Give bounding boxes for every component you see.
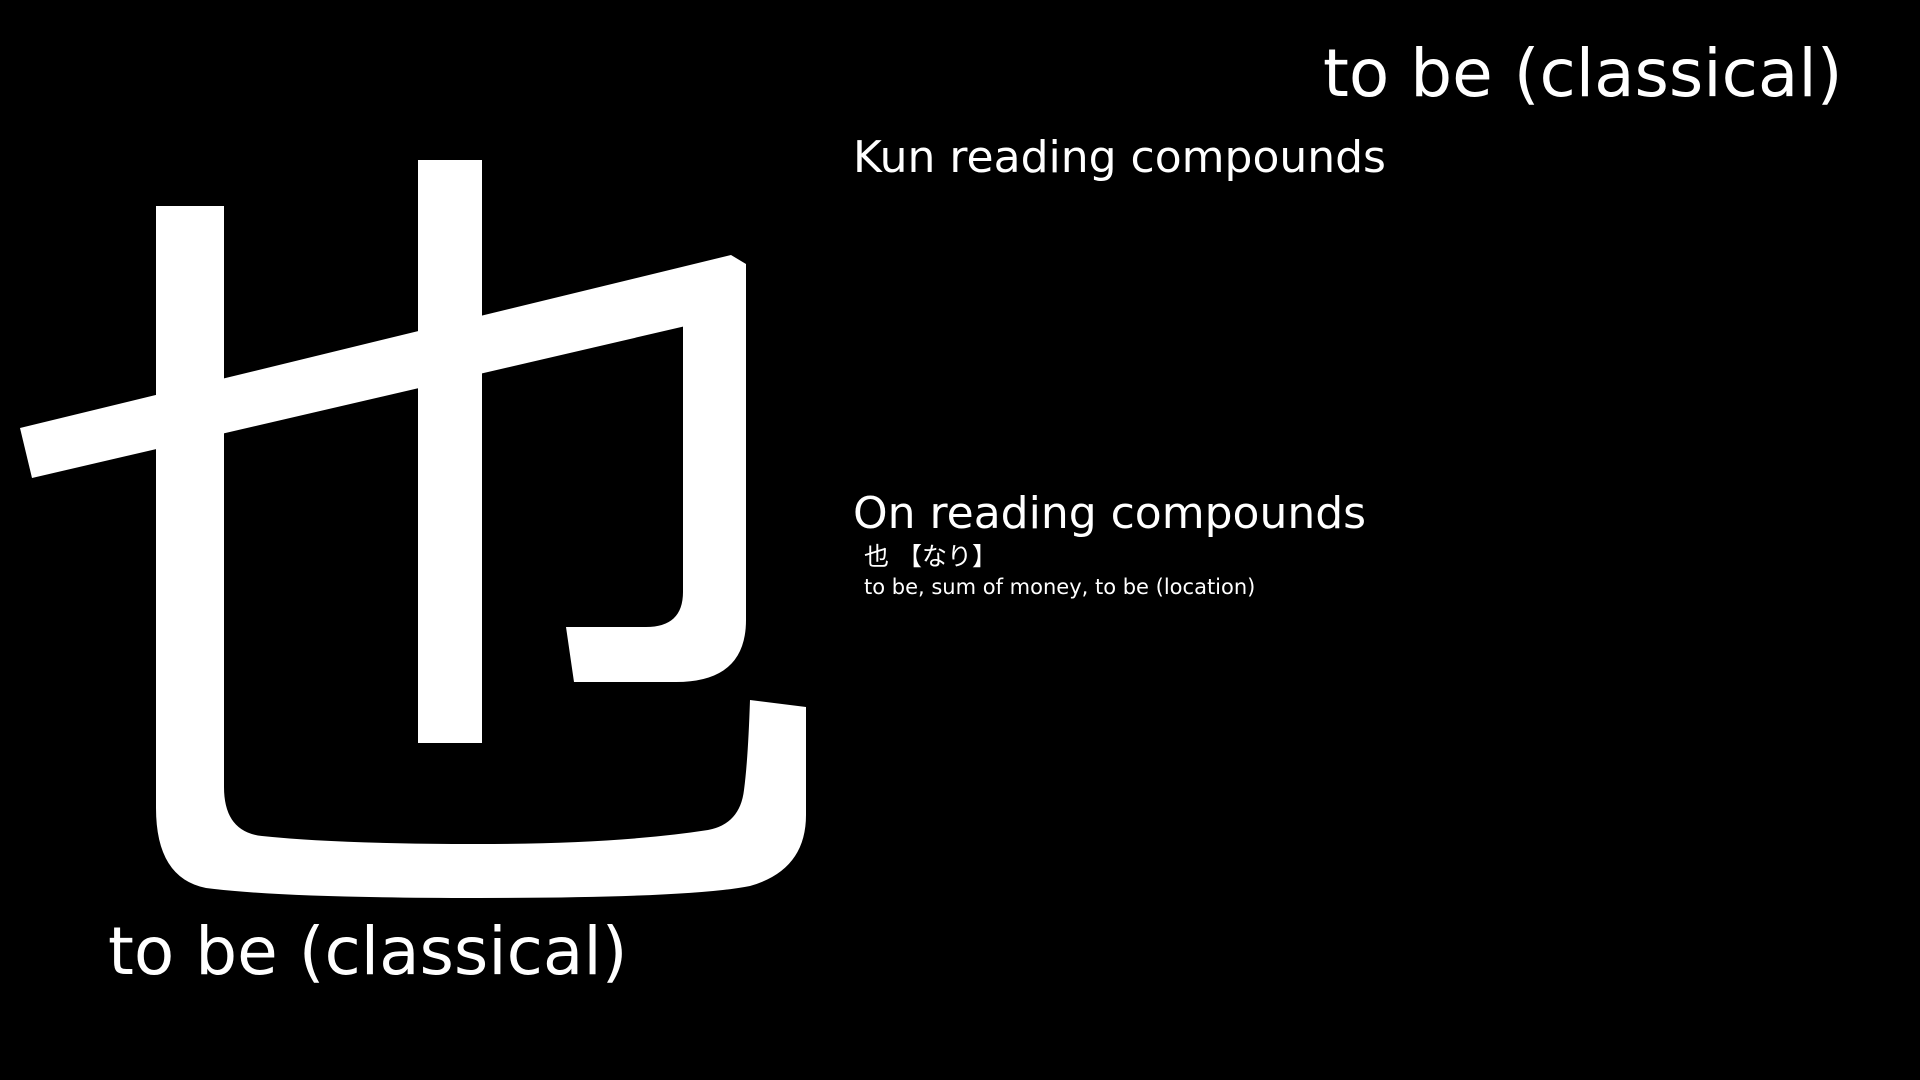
compound-word-line: 也 【なり】 (864, 540, 1764, 574)
on-compound-item: 也 【なり】 to be, sum of money, to be (locat… (864, 540, 1764, 600)
kanji-stroke-horizontal (20, 255, 746, 478)
kanji-glyph-drawing (20, 160, 806, 898)
compound-reading: 【なり】 (896, 542, 997, 571)
kanji-stroke-center-vertical (418, 160, 482, 743)
on-reading-heading: On reading compounds (853, 488, 1367, 539)
compound-word: 也 (864, 542, 890, 571)
kun-reading-heading: Kun reading compounds (853, 132, 1386, 183)
meaning-title-top: to be (classical) (1323, 35, 1843, 112)
meaning-title-bottom: to be (classical) (108, 913, 628, 990)
kanji-glyph (0, 50, 840, 920)
compound-meaning: to be, sum of money, to be (location) (864, 575, 1256, 599)
kanji-stroke-hook (566, 306, 746, 682)
on-compound-list: 也 【なり】 to be, sum of money, to be (locat… (864, 540, 1764, 610)
